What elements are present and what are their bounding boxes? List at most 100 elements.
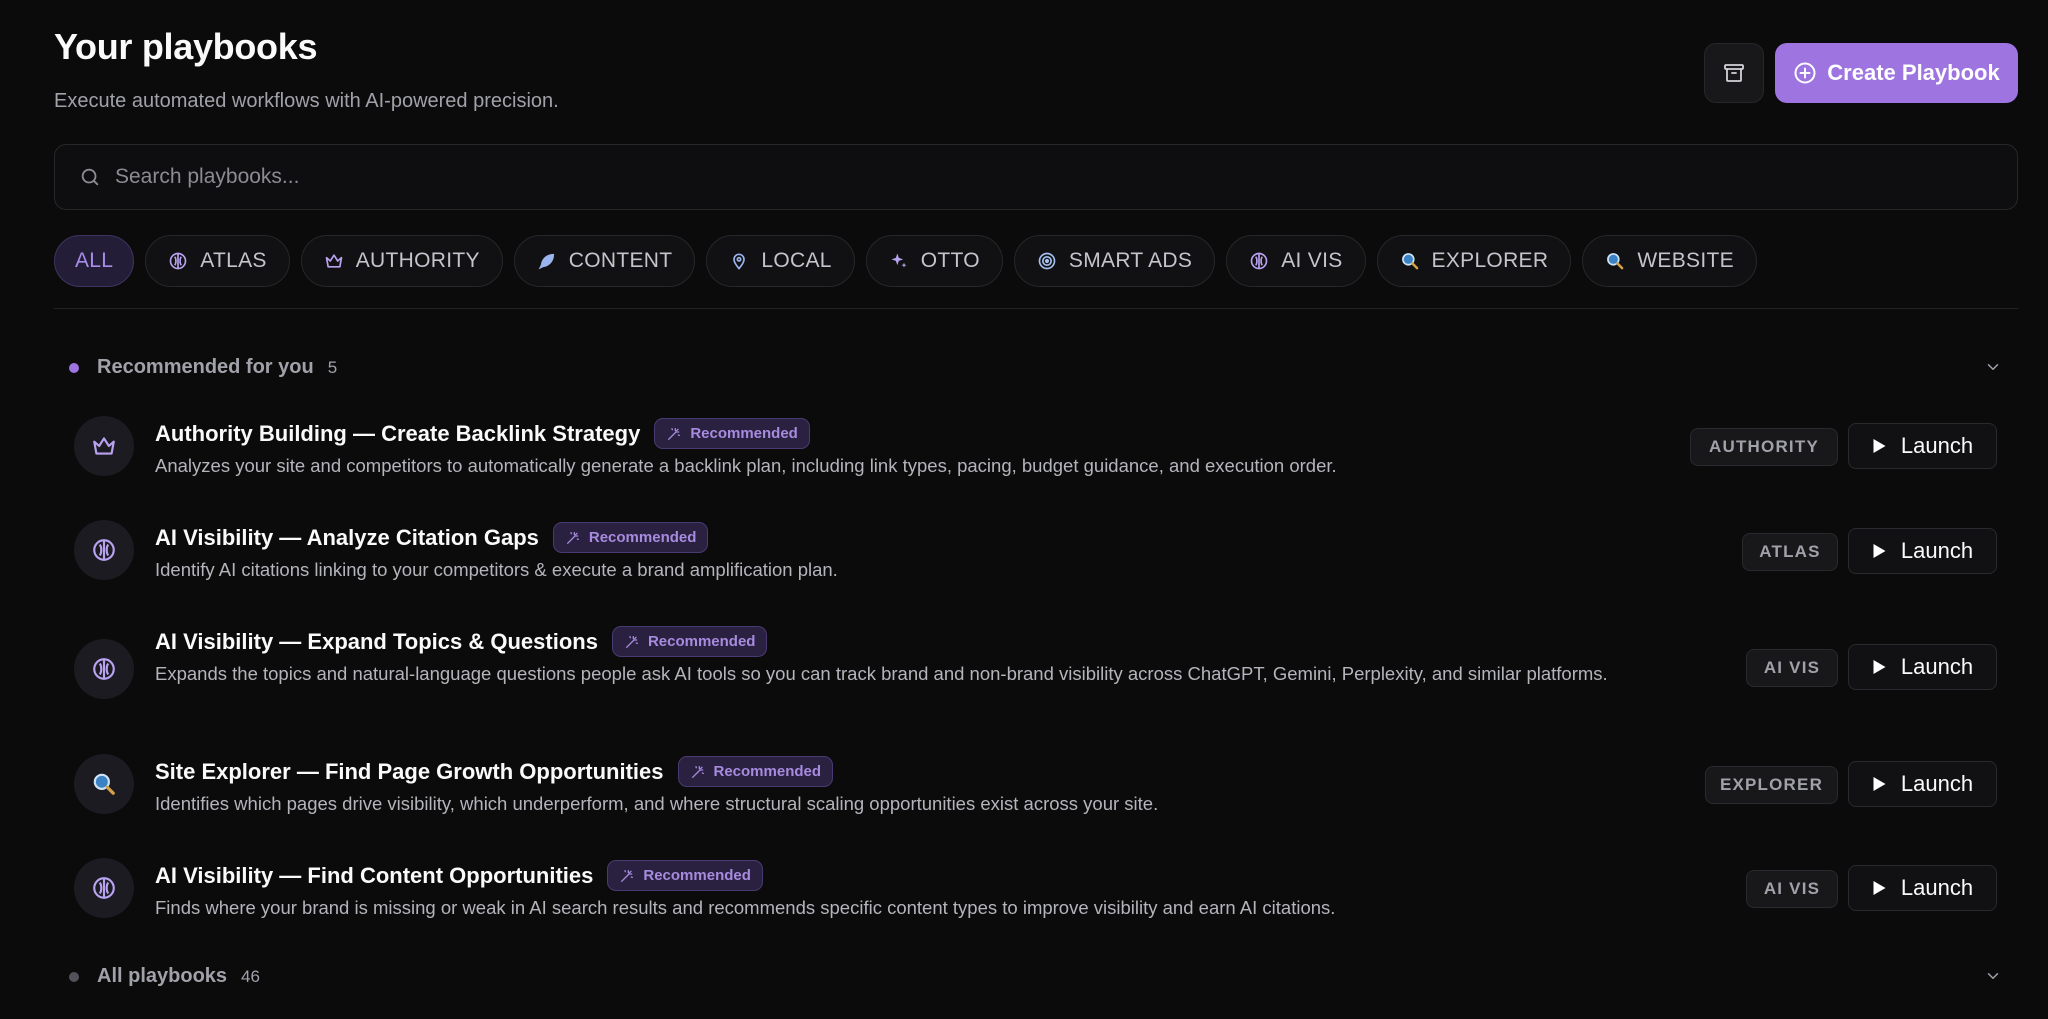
- magic-wand-icon: [668, 427, 681, 440]
- playbook-title-line: AI Visibility — Expand Topics & Question…: [155, 626, 768, 657]
- filter-chip-label: CONTENT: [568, 249, 673, 272]
- archive-icon: [1724, 64, 1744, 82]
- recommended-badge: Recommended: [552, 522, 709, 553]
- launch-button[interactable]: Launch: [1848, 528, 1997, 574]
- playbook-description: Identify AI citations linking to your co…: [155, 559, 838, 580]
- play-icon: [1873, 881, 1886, 895]
- recommended-badge: Recommended: [611, 626, 768, 657]
- launch-button[interactable]: Launch: [1848, 865, 1997, 911]
- play-icon: [1873, 660, 1886, 674]
- recommended-badge-label: Recommended: [643, 867, 751, 884]
- filter-chip-label: WEBSITE: [1637, 249, 1734, 272]
- launch-label: Launch: [1900, 654, 1974, 679]
- filter-chip-website[interactable]: WEBSITE: [1582, 235, 1757, 287]
- sparkles-icon: [891, 253, 907, 268]
- map-pin-icon: [733, 253, 746, 270]
- target-icon: [1038, 252, 1056, 270]
- brain-icon: [93, 539, 115, 561]
- section-dot: [69, 362, 79, 373]
- filter-chip-label: AUTHORITY: [355, 249, 480, 272]
- filter-chip-label: ALL: [75, 249, 114, 272]
- launch-button[interactable]: Launch: [1848, 644, 1997, 690]
- playbook-title-line: AI Visibility — Find Content Opportuniti…: [155, 860, 763, 891]
- recommended-badge-label: Recommended: [690, 425, 798, 442]
- crown-icon: [93, 437, 115, 455]
- filter-chip-local[interactable]: LOCAL: [706, 235, 855, 287]
- launch-label: Launch: [1900, 771, 1974, 796]
- launch-label: Launch: [1900, 538, 1974, 563]
- recommended-badge-label: Recommended: [647, 633, 756, 650]
- create-playbook-button[interactable]: Create Playbook: [1775, 43, 2018, 103]
- playbook-description: Identifies which pages drive visibility,…: [155, 793, 1159, 814]
- filter-chip-explorer[interactable]: EXPLORER: [1376, 235, 1572, 287]
- filter-chip-otto[interactable]: OTTO: [865, 235, 1003, 287]
- archive-button[interactable]: [1704, 43, 1764, 103]
- magic-wand-icon: [625, 635, 638, 648]
- divider: [54, 308, 2018, 309]
- section-title: All playbooks: [97, 965, 228, 987]
- playbook-title-line: Site Explorer — Find Page Growth Opportu…: [155, 756, 834, 787]
- filter-chip-label: EXPLORER: [1431, 249, 1549, 272]
- filter-chip-smart-ads[interactable]: SMART ADS: [1013, 235, 1216, 287]
- filter-chip-label: OTTO: [920, 249, 980, 272]
- search-globe-icon: [1401, 253, 1418, 270]
- filter-chip-label: LOCAL: [761, 249, 832, 272]
- playbook-title: AI Visibility — Analyze Citation Gaps: [155, 524, 539, 550]
- create-playbook-label: Create Playbook: [1827, 60, 2000, 85]
- chevron-down-icon[interactable]: [1984, 967, 2002, 985]
- playbook-title: Site Explorer — Find Page Growth Opportu…: [155, 758, 664, 784]
- magic-wand-icon: [691, 765, 704, 778]
- filter-chip-content[interactable]: CONTENT: [513, 235, 696, 287]
- playbook-description: Analyzes your site and competitors to au…: [155, 455, 1337, 476]
- launch-label: Launch: [1900, 433, 1974, 458]
- feather-icon: [538, 253, 554, 270]
- page-subtitle: Execute automated workflows with AI-powe…: [54, 90, 559, 112]
- play-icon: [1873, 544, 1886, 558]
- brain-icon: [1250, 252, 1268, 270]
- launch-button[interactable]: Launch: [1848, 423, 1997, 469]
- playbook-title: AI Visibility — Find Content Opportuniti…: [155, 862, 594, 888]
- playbooks-page: Your playbooks Execute automated workflo…: [54, 0, 2018, 1019]
- brain-icon: [169, 252, 187, 270]
- filter-chip-label: ATLAS: [200, 249, 267, 272]
- plus-circle-icon: [1794, 62, 1816, 84]
- filter-chip-authority[interactable]: AUTHORITY: [300, 235, 503, 287]
- recommended-badge-label: Recommended: [588, 529, 697, 546]
- search-input[interactable]: [115, 165, 1915, 189]
- brain-icon: [93, 877, 115, 899]
- search-globe-icon: [93, 773, 115, 795]
- playbook-title-line: Authority Building — Create Backlink Str…: [155, 418, 810, 449]
- magic-wand-icon: [621, 869, 634, 882]
- recommended-badge: Recommended: [607, 860, 763, 891]
- playbook-icon: [74, 858, 134, 918]
- playbook-icon: [74, 639, 134, 699]
- search-globe-icon: [1607, 253, 1624, 270]
- section-dot: [69, 971, 79, 982]
- playbook-title-line: AI Visibility — Analyze Citation Gaps Re…: [155, 522, 709, 553]
- playbook-description: Finds where your brand is missing or wea…: [155, 897, 1336, 918]
- search-bar[interactable]: [54, 144, 2018, 210]
- section-title: Recommended for you: [97, 356, 314, 378]
- filter-chip-all[interactable]: ALL: [54, 235, 135, 287]
- play-icon: [1873, 777, 1886, 791]
- playbook-title: Authority Building — Create Backlink Str…: [155, 420, 641, 446]
- filter-chip-ai-vis[interactable]: AI VIS: [1226, 235, 1366, 287]
- recommended-badge: Recommended: [677, 756, 834, 787]
- filter-chip-atlas[interactable]: ATLAS: [145, 235, 290, 287]
- category-tag: AI VIS: [1746, 870, 1838, 908]
- chevron-down-icon[interactable]: [1984, 358, 2002, 376]
- magic-wand-icon: [566, 531, 579, 544]
- filter-chips: ALL ATLAS AUTHORITY CONTENT LOCAL OTTO S…: [54, 235, 1757, 287]
- launch-label: Launch: [1900, 875, 1974, 900]
- playbook-icon: [74, 520, 134, 580]
- playbook-description: Expands the topics and natural-language …: [155, 663, 1608, 684]
- recommended-section-header[interactable]: Recommended for you 5: [54, 356, 2018, 379]
- all-playbooks-section-header[interactable]: All playbooks 46: [54, 965, 2018, 988]
- category-tag: EXPLORER: [1705, 766, 1838, 804]
- category-tag: ATLAS: [1742, 533, 1838, 571]
- launch-button[interactable]: Launch: [1848, 761, 1997, 807]
- playbook-icon: [74, 754, 134, 814]
- recommended-badge-label: Recommended: [713, 763, 822, 780]
- filter-chip-label: SMART ADS: [1068, 249, 1193, 272]
- page-title: Your playbooks: [54, 26, 318, 67]
